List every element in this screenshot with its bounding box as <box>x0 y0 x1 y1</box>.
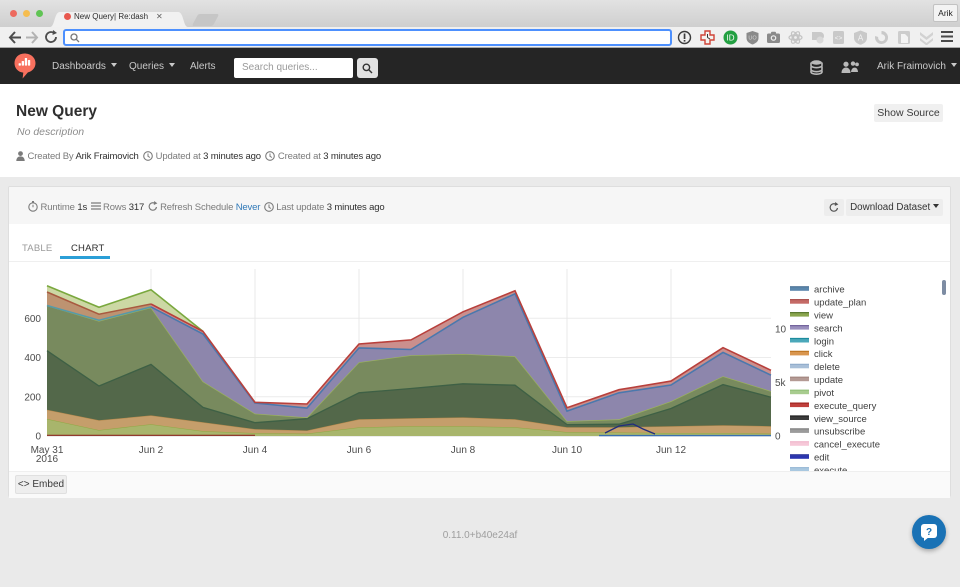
svg-text:5k: 5k <box>775 378 787 389</box>
svg-text:execute_query: execute_query <box>814 401 877 412</box>
svg-text:0: 0 <box>775 432 781 443</box>
svg-text:cancel_execute: cancel_execute <box>814 440 880 451</box>
svg-text:10: 10 <box>775 325 787 336</box>
svg-text:200: 200 <box>24 392 41 403</box>
svg-text:edit: edit <box>814 453 830 464</box>
svg-text:Jun 2: Jun 2 <box>139 445 164 456</box>
svg-text:400: 400 <box>24 353 41 364</box>
svg-text:2016: 2016 <box>36 454 59 465</box>
svg-text:Jun 6: Jun 6 <box>347 445 372 456</box>
svg-text:search: search <box>814 323 843 334</box>
svg-text:click: click <box>814 349 833 360</box>
svg-text:pivot: pivot <box>814 388 834 399</box>
svg-text:UO: UO <box>748 36 757 42</box>
svg-text:Jun 4: Jun 4 <box>243 445 268 456</box>
svg-text:view: view <box>814 310 833 321</box>
svg-text:A: A <box>858 34 864 43</box>
svg-text:Jun 10: Jun 10 <box>552 445 582 456</box>
svg-text:archive: archive <box>814 285 845 296</box>
svg-text:delete: delete <box>814 362 840 373</box>
svg-text:update_plan: update_plan <box>814 298 866 309</box>
svg-text:unsubscribe: unsubscribe <box>814 427 865 438</box>
svg-text:600: 600 <box>24 314 41 325</box>
svg-text:?: ? <box>926 527 932 538</box>
svg-text:login: login <box>814 336 834 347</box>
svg-text:Jun 12: Jun 12 <box>656 445 686 456</box>
svg-text:update: update <box>814 375 843 386</box>
svg-text:ID: ID <box>727 34 735 43</box>
svg-text:<>: <> <box>835 35 843 42</box>
svg-text:view_source: view_source <box>814 414 867 425</box>
svg-text:0: 0 <box>35 432 41 443</box>
svg-text:Jun 8: Jun 8 <box>451 445 476 456</box>
